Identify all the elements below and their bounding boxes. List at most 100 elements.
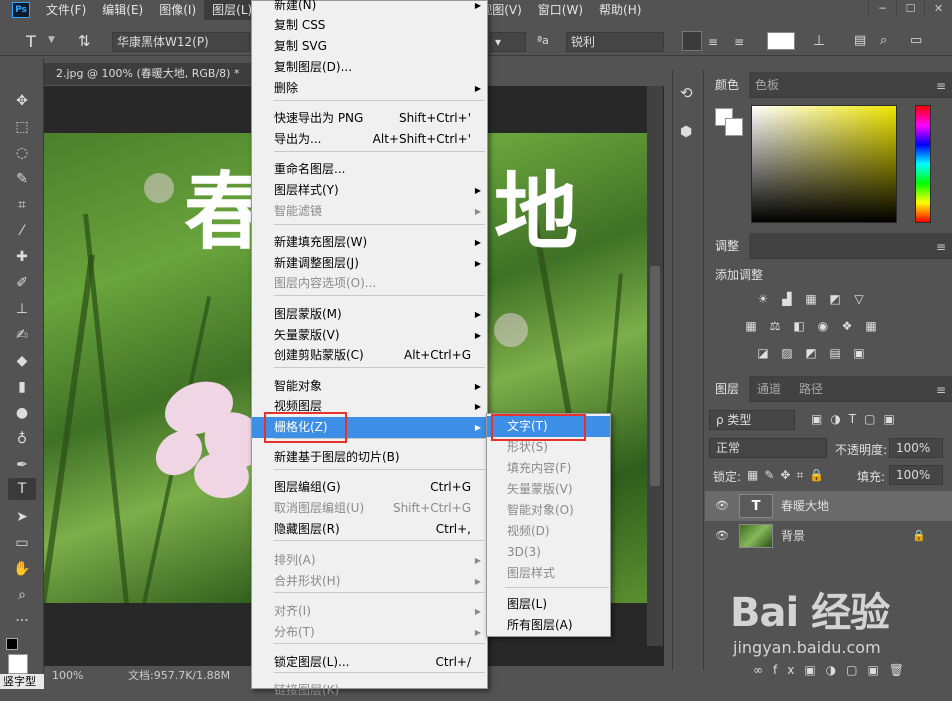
menu-item[interactable]: 隐藏图层(R) Ctrl+, (252, 519, 487, 540)
maximize-button[interactable]: ☐ (896, 0, 924, 16)
menu-item[interactable]: 锁定图层(L)... Ctrl+/ (252, 652, 487, 673)
align-left-icon[interactable] (682, 31, 702, 51)
type-tool-preset-icon[interactable]: T (26, 32, 36, 51)
selective-color-icon[interactable]: ▣ (851, 346, 867, 360)
color-picker-field[interactable] (751, 105, 897, 223)
menu-item[interactable]: 重命名图层... (252, 159, 487, 180)
menu-item[interactable]: 创建剪贴蒙版(C) Alt+Ctrl+G (252, 345, 487, 366)
invert-icon[interactable]: ◪ (755, 346, 771, 360)
tab-paths[interactable]: 路径 (789, 376, 833, 402)
menu-item[interactable]: 智能对象 ▶ (252, 376, 487, 397)
background-swatch[interactable] (725, 118, 743, 136)
tab-swatches[interactable]: 色板 (745, 72, 789, 98)
text-orientation-toggle-icon[interactable]: ⇅ (78, 32, 91, 50)
color-lookup-icon[interactable]: ▦ (863, 319, 879, 333)
menu-edit[interactable]: 编辑(E) (94, 0, 151, 20)
align-right-icon[interactable]: ≡ (734, 35, 744, 49)
crop-tool-icon[interactable]: ⌗ (8, 194, 36, 216)
default-colors-icon[interactable] (6, 638, 18, 650)
vertical-scrollbar[interactable] (647, 86, 663, 646)
brush-tool-icon[interactable]: ✐ (8, 272, 36, 294)
menu-item[interactable]: 图层蒙版(M) ▶ (252, 304, 487, 325)
brightness-icon[interactable]: ☀ (755, 292, 771, 306)
move-tool-icon[interactable]: ✥ (8, 90, 36, 112)
visibility-eye-icon[interactable]: 👁 (715, 499, 729, 512)
menu-item[interactable]: 新建基于图层的切片(B) (252, 447, 487, 468)
layer-name[interactable]: 春暖大地 (781, 491, 829, 521)
menu-item[interactable]: 图层编组(G) Ctrl+G (252, 477, 487, 498)
tab-layers[interactable]: 图层 (705, 376, 750, 402)
close-button[interactable]: ✕ (924, 0, 952, 16)
more-tools-icon[interactable]: ··· (8, 610, 36, 632)
layer-row[interactable]: 👁 T 春暖大地 (705, 491, 952, 521)
layer-name[interactable]: 背景 (781, 521, 805, 551)
menu-image[interactable]: 图像(I) (151, 0, 204, 20)
tab-color[interactable]: 颜色 (705, 72, 750, 98)
rectangle-tool-icon[interactable]: ▭ (8, 532, 36, 554)
menu-item[interactable]: 新建(N) ▶ (252, 0, 487, 16)
dodge-tool-icon[interactable]: ♁ (8, 428, 36, 450)
eyedropper-tool-icon[interactable]: ⁄ (8, 220, 36, 242)
chevron-down-icon[interactable]: ▼ (48, 35, 55, 45)
font-family-select[interactable]: 华康黑体W12(P) (112, 32, 250, 52)
color-balance-icon[interactable]: ⚖ (767, 319, 783, 333)
menu-item[interactable]: 复制图层(D)... (252, 57, 487, 78)
healing-brush-tool-icon[interactable]: ✚ (8, 246, 36, 268)
scrollbar-thumb[interactable] (650, 266, 660, 486)
eraser-tool-icon[interactable]: ◆ (8, 350, 36, 372)
panel-menu-icon[interactable]: ≡ (936, 79, 946, 93)
black-white-icon[interactable]: ◧ (791, 319, 807, 333)
visibility-eye-icon[interactable]: 👁 (715, 529, 729, 542)
zoom-tool-icon[interactable]: ⌕ (8, 584, 36, 606)
threshold-icon[interactable]: ◩ (803, 346, 819, 360)
menu-item[interactable]: 复制 CSS (252, 15, 487, 36)
menu-file[interactable]: 文件(F) (38, 0, 94, 20)
fill-input[interactable]: 100% (889, 465, 943, 485)
menu-window[interactable]: 窗口(W) (530, 0, 591, 20)
foreground-color-swatch[interactable] (8, 654, 28, 674)
workspace-icon[interactable]: ▭ (910, 33, 922, 48)
submenu-item[interactable]: 图层(L) (487, 594, 610, 615)
submenu-item[interactable]: 所有图层(A) (487, 615, 610, 636)
vibrance-icon[interactable]: ▽ (851, 292, 867, 306)
path-selection-tool-icon[interactable]: ➤ (8, 506, 36, 528)
zoom-level[interactable]: 100% (52, 666, 83, 686)
layer-row[interactable]: 👁 背景 🔒 (705, 521, 952, 551)
blur-tool-icon[interactable]: ● (8, 402, 36, 424)
menu-item[interactable]: 快速导出为 PNG Shift+Ctrl+' (252, 108, 487, 129)
gradient-tool-icon[interactable]: ▮ (8, 376, 36, 398)
menu-item[interactable]: 新建调整图层(J) ▶ (252, 253, 487, 274)
hue-saturation-icon[interactable]: ▦ (743, 319, 759, 333)
panel-menu-icon[interactable]: ≡ (936, 240, 946, 254)
type-tool-icon[interactable]: T (8, 478, 36, 500)
menu-item[interactable]: 删除 ▶ (252, 78, 487, 99)
tab-adjustments[interactable]: 调整 (705, 233, 750, 259)
align-center-icon[interactable]: ≡ (708, 35, 718, 49)
menu-item[interactable]: 复制 SVG (252, 36, 487, 57)
menu-item[interactable]: 导出为... Alt+Shift+Ctrl+' (252, 129, 487, 150)
menu-help[interactable]: 帮助(H) (591, 0, 649, 20)
3d-panel-icon[interactable]: ⬢ (680, 124, 692, 140)
menu-item[interactable]: 新建填充图层(W) ▶ (252, 232, 487, 253)
tab-channels[interactable]: 通道 (747, 376, 791, 402)
menu-item[interactable]: 矢量蒙版(V) ▶ (252, 325, 487, 346)
layer-filter-icons[interactable]: ▣◑T▢▣ (811, 412, 903, 426)
history-brush-tool-icon[interactable]: ✍ (8, 324, 36, 346)
menu-item[interactable]: 图层样式(Y) ▶ (252, 180, 487, 201)
posterize-icon[interactable]: ▨ (779, 346, 795, 360)
panel-menu-icon[interactable]: ≡ (936, 383, 946, 397)
history-panel-icon[interactable]: ⟲ (680, 84, 693, 102)
font-size-select[interactable]: ▾ (490, 32, 526, 52)
text-color-swatch[interactable] (767, 32, 795, 50)
search-icon[interactable]: ⌕ (880, 33, 887, 48)
levels-icon[interactable]: ▟ (779, 292, 795, 306)
character-panel-icon[interactable]: ▤ (854, 33, 866, 48)
channel-mixer-icon[interactable]: ❖ (839, 319, 855, 333)
curves-icon[interactable]: ▦ (803, 292, 819, 306)
blend-mode-select[interactable]: 正常 (709, 438, 827, 458)
lock-options-icons[interactable]: ▦✎✥⌗🔒 (747, 468, 830, 483)
lasso-tool-icon[interactable]: ◌ (8, 142, 36, 164)
exposure-icon[interactable]: ◩ (827, 292, 843, 306)
minimize-button[interactable]: ─ (868, 0, 896, 16)
pen-tool-icon[interactable]: ✒ (8, 454, 36, 476)
